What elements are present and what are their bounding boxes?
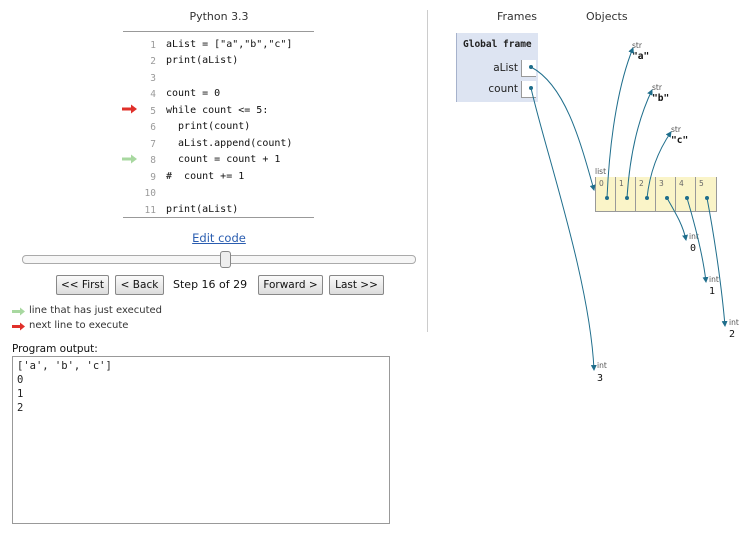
objects-header: Objects: [586, 10, 628, 23]
code-line: while count <= 5:: [166, 105, 269, 116]
list-index: 2: [639, 179, 644, 188]
code-line: # count += 1: [166, 171, 245, 182]
int-2-value: 2: [729, 329, 736, 340]
step-counter: Step 16 of 29: [173, 278, 248, 291]
code-line: aList.append(count): [166, 138, 293, 149]
list-type: list: [595, 167, 607, 176]
list-index: 1: [619, 179, 624, 188]
list-cell: 5: [696, 177, 715, 211]
line-number: 1: [150, 40, 156, 51]
code-line: aList = ["a","b","c"]: [166, 39, 293, 50]
global-frame: Global frame aList count: [456, 33, 538, 102]
int-1-value: 1: [709, 286, 716, 297]
list-cell: 3: [656, 177, 676, 211]
list0-to-str-a-arrow: [606, 47, 634, 199]
str-a-type: str: [632, 41, 642, 50]
list-object: 0 1 2 3 4 5: [595, 177, 717, 212]
output-line: ['a', 'b', 'c']: [17, 360, 112, 372]
line-number: 3: [150, 73, 156, 84]
line-number: 4: [150, 89, 156, 100]
program-output-label: Program output:: [12, 343, 98, 355]
pane-divider: [427, 10, 428, 332]
legend-red-arrow-icon: [12, 322, 25, 331]
back-button[interactable]: < Back: [115, 275, 164, 295]
output-line: 2: [17, 402, 24, 414]
last-button[interactable]: Last >>: [329, 275, 384, 295]
forward-button[interactable]: Forward >: [258, 275, 323, 295]
code-line: print(count): [166, 121, 251, 132]
legend-green-arrow-icon: [12, 307, 25, 316]
var-count-pointer: [521, 81, 536, 98]
list5-to-int2-arrow: [706, 197, 728, 327]
language-label: Python 3.3: [189, 10, 249, 23]
next-line-arrow-icon: [122, 104, 137, 114]
str-c-type: str: [671, 125, 681, 134]
str-b-value: "b": [652, 93, 670, 104]
line-number: 7: [150, 139, 156, 150]
int-3-value: 3: [597, 373, 604, 384]
int-1-type: int: [709, 275, 719, 284]
line-number: 11: [144, 205, 156, 216]
global-frame-title: Global frame: [463, 39, 532, 50]
list-index: 5: [699, 179, 704, 188]
step-slider-handle[interactable]: [220, 251, 231, 268]
int-0-value: 0: [690, 243, 697, 254]
frames-header: Frames: [497, 10, 538, 23]
list-index: 0: [599, 179, 604, 188]
int-2-type: int: [729, 318, 739, 327]
code-panel: 1 aList = ["a","b","c"] 2 print(aList) 3…: [123, 31, 314, 218]
line-number: 2: [150, 56, 156, 67]
first-button[interactable]: << First: [56, 275, 109, 295]
var-alist-pointer: [521, 60, 536, 77]
program-output-box[interactable]: ['a', 'b', 'c'] 0 1 2: [12, 356, 390, 524]
int-3-type: int: [597, 361, 607, 370]
code-line: print(aList): [166, 204, 239, 215]
list-cell: 2: [636, 177, 656, 211]
var-alist-name: aList: [493, 62, 518, 74]
list-index: 4: [679, 179, 684, 188]
code-line: print(aList): [166, 55, 239, 66]
alist-to-list-arrow: [530, 66, 596, 191]
edit-code-link[interactable]: Edit code: [124, 231, 314, 245]
code-line: count = count + 1: [166, 154, 281, 165]
int-0-type: int: [689, 232, 699, 241]
step-slider-track[interactable]: [22, 255, 416, 264]
list-cell: 1: [616, 177, 636, 211]
line-number: 6: [150, 122, 156, 133]
legend-just-executed: line that has just executed: [29, 305, 162, 316]
line-number: 10: [144, 188, 156, 199]
output-line: 0: [17, 374, 24, 386]
legend-next-line: next line to execute: [29, 320, 129, 331]
line-number: 9: [150, 172, 156, 183]
str-a-value: "a": [632, 51, 650, 62]
list-index: 3: [659, 179, 664, 188]
var-count-name: count: [488, 83, 518, 95]
list-cell: 4: [676, 177, 696, 211]
str-c-value: "c": [671, 135, 689, 146]
count-to-int3-arrow: [530, 87, 597, 371]
just-executed-arrow-icon: [122, 154, 137, 164]
list-cell: 0: [596, 177, 616, 211]
str-b-type: str: [652, 83, 662, 92]
output-line: 1: [17, 388, 24, 400]
code-line: count = 0: [166, 88, 221, 99]
